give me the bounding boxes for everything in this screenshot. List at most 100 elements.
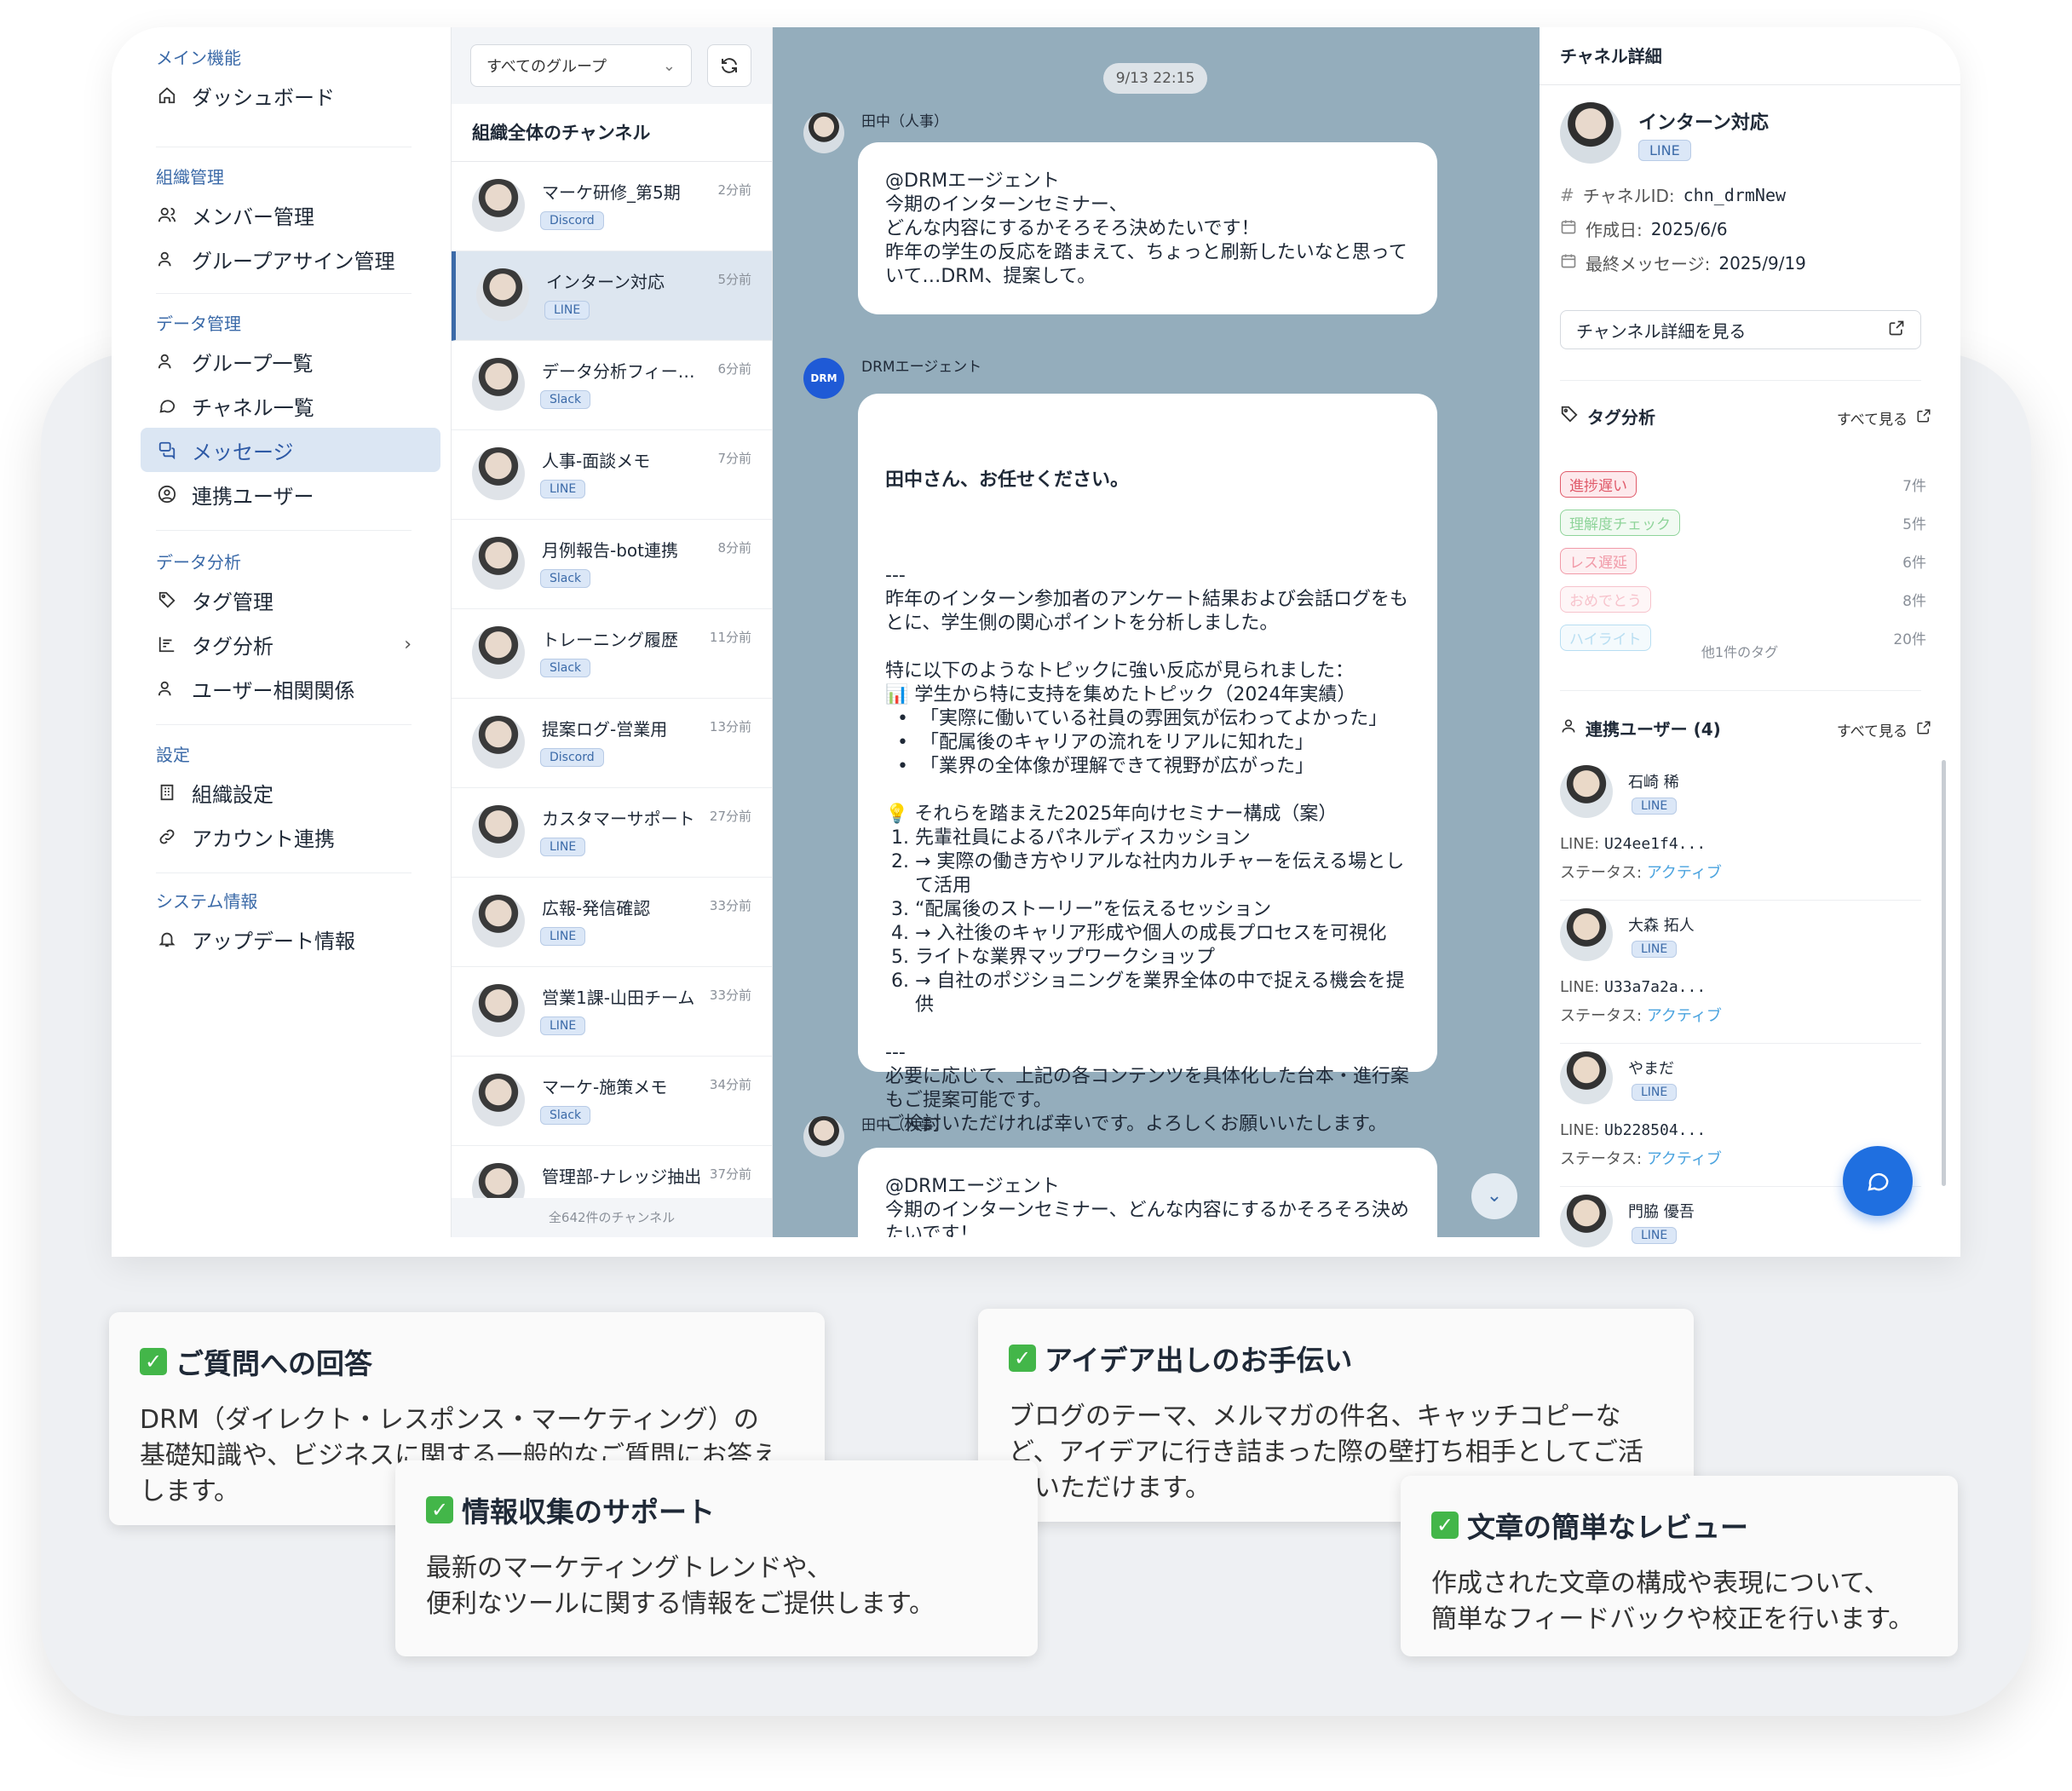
divider: [156, 293, 412, 294]
tag-chip: 進捗遅い: [1560, 470, 1637, 498]
scrollbar[interactable]: [1942, 760, 1946, 1186]
linked-user[interactable]: 石崎 稀 LINE LINE: U24ee1f4... ステータス: アクティブ: [1560, 765, 1926, 901]
link-label: すべて見る: [1836, 723, 1908, 740]
sidebar-item-updates[interactable]: アップデート情報: [156, 917, 355, 961]
sidebar-item-user-correlation[interactable]: ユーザー相関関係: [156, 666, 412, 711]
tag-chip: レス遅延: [1560, 547, 1637, 574]
sidebar-item-messages[interactable]: メッセージ: [141, 428, 440, 472]
refresh-button[interactable]: [707, 44, 751, 87]
avatar: [472, 984, 525, 1037]
sidebar-item-groups[interactable]: グループ一覧: [156, 339, 440, 383]
chevron-down-icon: ⌄: [662, 56, 676, 75]
message-bubble: 田中さん、お任せください。 --- 昨年のインターン参加者のアンケート結果および…: [858, 394, 1437, 1135]
tag-row[interactable]: おめでとう 8件: [1560, 585, 1926, 613]
tags-see-all-link[interactable]: すべて見る: [1837, 407, 1931, 429]
tag-more: 他1件のタグ: [1701, 644, 1779, 660]
sidebar-item-group-assign[interactable]: グループアサイン管理: [156, 237, 395, 281]
channel-name: インターン対応: [546, 272, 665, 292]
channel-list-heading: 組織全体のチャンネル: [452, 104, 772, 162]
channel-item[interactable]: トレーニング履歴 11分前 Slack: [452, 609, 772, 699]
users-icon: [156, 350, 178, 372]
view-channel-details-button[interactable]: チャンネル詳細を見る: [1560, 310, 1921, 349]
channel-name: 管理部-ナレッジ抽出: [542, 1166, 702, 1187]
channel-item[interactable]: 人事-面談メモ 7分前 LINE: [452, 430, 772, 520]
channel-name: 提案ログ-営業用: [542, 719, 668, 740]
sidebar-item-account-link[interactable]: アカウント連携: [156, 815, 335, 859]
nav-section-analysis: データ分析 タグ管理 タグ分析 › ユーザー相関関係: [156, 547, 412, 711]
scroll-down-button[interactable]: ⌄: [1471, 1173, 1517, 1219]
tag-row[interactable]: 進捗遅い 7件: [1560, 470, 1926, 498]
status-value: アクティブ: [1646, 1007, 1722, 1025]
sidebar-item-label: ダッシュボード: [192, 85, 335, 110]
sidebar-item-linked-users[interactable]: 連携ユーザー: [156, 472, 440, 516]
linked-user[interactable]: 大森 拓人 LINE LINE: U33a7a2a... ステータス: アクティブ: [1560, 908, 1926, 1044]
sidebar-item-dashboard[interactable]: ダッシュボード: [156, 73, 335, 118]
channel-time: 8分前: [717, 540, 751, 556]
channel-item[interactable]: インターン対応 5分前 LINE: [452, 251, 772, 341]
tag-count: 5件: [1902, 515, 1926, 533]
platform-badge: LINE: [540, 927, 586, 946]
feature-card: ✓ 情報収集のサポート 最新のマーケティングトレンドや、 便利なツールに関する情報…: [395, 1460, 1038, 1656]
channel-name: インターン対応: [1638, 112, 1769, 134]
channel-item[interactable]: マーケ-施策メモ 34分前 Slack: [452, 1057, 772, 1146]
tag-icon: [1560, 405, 1579, 428]
channel-list: すべてのグループ ⌄ 組織全体のチャンネル マーケ研修_第5期 2分前 Discor…: [451, 27, 773, 1237]
hash-icon: #: [1560, 184, 1574, 205]
user-line-id: LINE: U33a7a2a...: [1560, 978, 1706, 996]
group-select[interactable]: すべてのグループ ⌄: [470, 44, 692, 87]
app-window: メイン機能 ダッシュボード 組織管理 メンバー管理 グループアサイン管理 データ…: [112, 27, 1960, 1257]
platform-badge: Discord: [540, 211, 604, 230]
user-name: 門脇 優吾: [1628, 1203, 1695, 1221]
channel-item[interactable]: データ分析フィー… 6分前 Slack: [452, 341, 772, 430]
tag-row[interactable]: 理解度チェック 5件: [1560, 509, 1926, 536]
nav-heading: データ分析: [156, 552, 241, 573]
user-status: ステータス: アクティブ: [1560, 861, 1722, 883]
channel-item[interactable]: マーケ研修_第5期 2分前 Discord: [452, 162, 772, 251]
sidebar-item-members[interactable]: メンバー管理: [156, 193, 395, 237]
tag-icon: [156, 589, 178, 611]
channel-name: 月例報告-bot連携: [542, 540, 678, 561]
avatar: [472, 537, 525, 590]
user-name: やまだ: [1628, 1060, 1674, 1078]
avatar: [472, 626, 525, 679]
channel-name: マーケ研修_第5期: [542, 182, 681, 203]
nav-section-data: データ管理 グループ一覧 チャネル一覧 メッセージ 連携ユーザー: [141, 308, 440, 516]
channel-item[interactable]: 提案ログ-営業用 13分前 Discord: [452, 699, 772, 788]
message-title: 田中さん、お任せください。: [885, 469, 1130, 491]
platform-badge: Discord: [540, 748, 604, 767]
tag-chip: 理解度チェック: [1560, 509, 1680, 536]
sidebar-item-org-settings[interactable]: 組織設定: [156, 770, 335, 815]
calendar-icon: [1560, 252, 1577, 274]
chat-fab-button[interactable]: [1843, 1146, 1913, 1216]
avatar: [476, 268, 529, 321]
platform-badge: LINE: [540, 480, 586, 498]
channel-name: データ分析フィー…: [542, 361, 695, 382]
platform-badge: Slack: [540, 390, 591, 409]
channel-time: 37分前: [709, 1166, 751, 1182]
sidebar-item-channels[interactable]: チャネル一覧: [156, 383, 440, 428]
last-message-date: 2025/9/19: [1718, 252, 1806, 274]
channel-item[interactable]: 営業1課-山田チーム 33分前 LINE: [452, 967, 772, 1057]
users-see-all-link[interactable]: すべて見る: [1837, 719, 1931, 740]
avatar: [1560, 1195, 1613, 1247]
sidebar-item-tag-manage[interactable]: タグ管理: [156, 578, 412, 622]
divider: [1560, 1043, 1921, 1044]
user-check-icon: [156, 248, 178, 270]
user-circle-icon: [156, 483, 178, 505]
divider: [1560, 690, 1921, 691]
platform-badge: LINE: [1632, 941, 1678, 958]
channel-time: 6分前: [717, 361, 751, 377]
channel-id-row: # チャネルID: chn_drmNew: [1560, 182, 1786, 207]
message-sender: 田中（人事）: [861, 1117, 948, 1134]
tag-row[interactable]: レス遅延 6件: [1560, 547, 1926, 574]
sidebar-item-tag-analysis[interactable]: タグ分析 ›: [156, 622, 412, 666]
platform-badge: LINE: [1632, 1084, 1678, 1101]
channel-item[interactable]: カスタマーサポート 27分前 LINE: [452, 788, 772, 878]
channel-item[interactable]: 広報-発信確認 33分前 LINE: [452, 878, 772, 967]
tag-count: 7件: [1902, 477, 1926, 495]
sidebar-item-label: メンバー管理: [192, 204, 314, 229]
feature-title: 文章の簡単なレビュー: [1467, 1511, 1748, 1544]
check-icon: ✓: [1009, 1345, 1036, 1372]
linked-users-heading: 連携ユーザー (4): [1560, 716, 1721, 740]
channel-item[interactable]: 月例報告-bot連携 8分前 Slack: [452, 520, 772, 609]
